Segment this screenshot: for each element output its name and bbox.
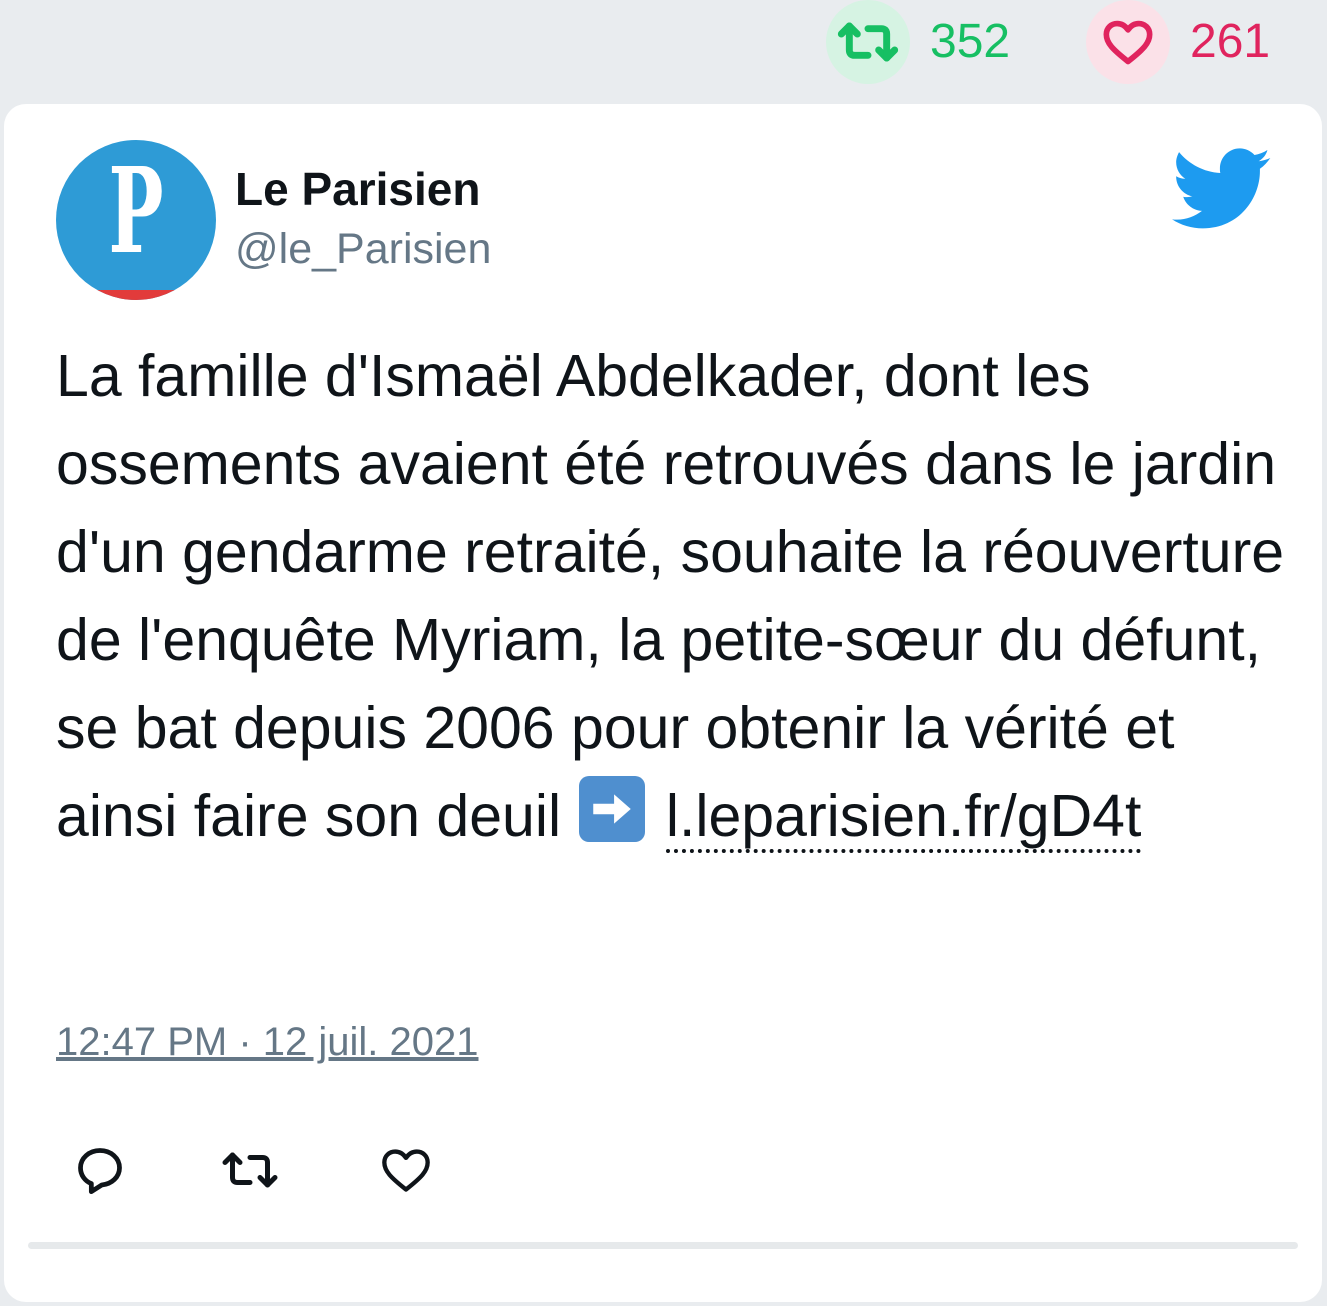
author-handle[interactable]: @le_Parisien <box>235 228 491 271</box>
retweet-icon[interactable] <box>826 0 910 84</box>
tweet-body: La famille d'Ismaël Abdelkader, dont les… <box>56 343 1285 849</box>
reply-button[interactable] <box>70 1140 130 1200</box>
retweet-stat[interactable]: 352 <box>826 0 1010 84</box>
right-arrow-emoji <box>579 776 646 842</box>
engagement-stats-bar: 352 261 <box>0 0 1327 100</box>
tweet-text: La famille d'Ismaël Abdelkader, dont les… <box>56 332 1286 860</box>
avatar-red-stripe <box>56 290 216 300</box>
heart-icon[interactable] <box>1086 0 1170 84</box>
card-divider <box>28 1242 1298 1249</box>
like-stat[interactable]: 261 <box>1086 0 1270 84</box>
retweet-button[interactable] <box>220 1140 280 1200</box>
avatar-logo-letter: P <box>108 141 164 280</box>
author-name[interactable]: Le Parisien <box>235 166 480 212</box>
tweet-card[interactable]: P Le Parisien @le_Parisien La famille d'… <box>4 104 1322 1302</box>
like-count: 261 <box>1190 15 1271 68</box>
retweet-icon <box>222 1152 278 1188</box>
tweet-timestamp[interactable]: 12:47 PM · 12 juil. 2021 <box>56 1022 478 1062</box>
retweet-count: 352 <box>930 15 1011 68</box>
twitter-bird-icon[interactable] <box>1172 148 1272 230</box>
heart-icon <box>382 1149 430 1192</box>
reply-icon <box>78 1148 122 1195</box>
tweet-link[interactable]: l.leparisien.fr/gD4t <box>665 783 1142 853</box>
avatar[interactable]: P <box>56 140 216 300</box>
like-button[interactable] <box>376 1140 436 1200</box>
